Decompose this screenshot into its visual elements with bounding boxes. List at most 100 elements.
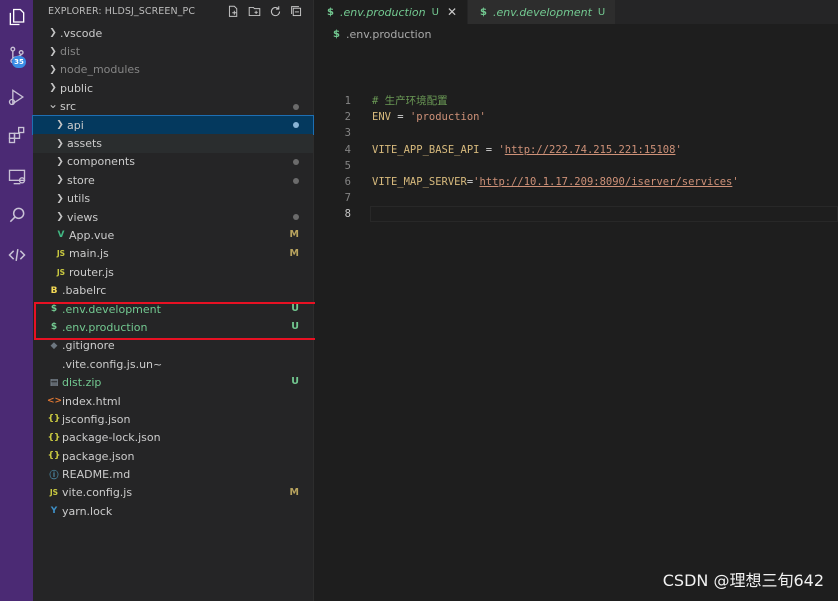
js-file-icon: JS — [56, 249, 66, 259]
code-line[interactable]: 8 — [315, 206, 838, 223]
code-text: ENV = 'production' — [372, 109, 486, 125]
code-line[interactable]: 3 — [315, 125, 838, 141]
tree-file[interactable]: ⓘ README.md — [33, 465, 313, 483]
tree-item-label: jsconfig.json — [62, 412, 131, 426]
breadcrumb[interactable]: $ .env.production — [315, 24, 838, 44]
tree-item-label: components — [67, 155, 135, 169]
extensions-icon[interactable] — [0, 118, 33, 152]
tree-item-label: src — [60, 100, 77, 114]
tree-file[interactable]: ◆ .gitignore — [33, 337, 313, 355]
chevron-right-icon: ❯ — [56, 120, 64, 131]
code-line[interactable]: 6 VITE_MAP_SERVER='http://10.1.17.209:809… — [315, 174, 838, 190]
tree-file[interactable]: {} package.json — [33, 447, 313, 465]
tree-folder[interactable]: ❯ .vscode — [33, 24, 313, 42]
tree-file[interactable]: $ .env.production U — [33, 318, 313, 336]
tree-file[interactable]: .vite.config.js.un~ — [33, 355, 313, 373]
tree-file[interactable]: {} package-lock.json — [33, 429, 313, 447]
code-line[interactable]: 1 # 生产环境配置 — [315, 93, 838, 109]
explorer-icon[interactable] — [0, 0, 33, 34]
git-status-badge: U — [291, 302, 299, 314]
tree-folder[interactable]: ❯ public — [33, 79, 313, 97]
code-line[interactable]: 2 ENV = 'production' — [315, 109, 838, 125]
tree-item-label: .babelrc — [62, 284, 107, 298]
git-status-badge: M — [289, 247, 299, 259]
modified-dot — [293, 177, 299, 184]
tree-file[interactable]: <> index.html — [33, 392, 313, 410]
collapse-all-icon[interactable] — [288, 3, 305, 19]
tree-item-label: utils — [67, 192, 91, 206]
tree-file[interactable]: JS main.js M — [33, 245, 313, 263]
code-token: # 生产环境配置 — [372, 95, 448, 107]
info-icon: ⓘ — [49, 471, 59, 482]
refresh-icon[interactable] — [267, 3, 284, 19]
line-number: 2 — [344, 111, 351, 124]
chevron-right-icon: ❯ — [49, 28, 57, 39]
scm-badge: 35 — [12, 56, 26, 68]
chevron-right-icon: ❯ — [49, 83, 57, 94]
tree-file[interactable]: {} jsconfig.json — [33, 410, 313, 428]
tree-item-label: App.vue — [69, 228, 115, 242]
code-token: ' — [675, 143, 682, 156]
breadcrumb-label: .env.production — [345, 27, 432, 41]
code-line[interactable]: 4 VITE_APP_BASE_API = 'http://222.74.215.… — [315, 142, 838, 158]
tree-item-label: node_modules — [60, 63, 140, 77]
code-token: VITE_APP_BASE_API — [372, 143, 480, 156]
tab-label: .env.production — [339, 5, 426, 19]
tree-folder[interactable]: ❯ store — [33, 171, 313, 189]
tree-folder[interactable]: ❯ node_modules — [33, 61, 313, 79]
git-file-icon: ◆ — [50, 340, 58, 351]
search-icon[interactable] — [0, 198, 33, 232]
tree-folder[interactable]: ❯ views — [33, 208, 313, 226]
tree-folder[interactable]: ❯ api — [32, 114, 314, 136]
tree-item-label: package.json — [62, 449, 135, 463]
code-text: # 生产环境配置 — [372, 93, 448, 109]
tab-status: U — [431, 6, 439, 18]
line-number: 1 — [344, 95, 351, 107]
tree-file[interactable]: V App.vue M — [33, 226, 313, 244]
git-status-badge: M — [289, 229, 299, 241]
code-tag-icon[interactable] — [0, 238, 33, 272]
tab-env-production[interactable]: $ .env.production U ✕ — [315, 0, 469, 24]
code-token: ENV — [372, 111, 391, 124]
explorer-sidebar: EXPLORER: HLDSJ_SCREEN_PC ❯ .vscode ❯ dist ❯… — [32, 0, 314, 601]
tab-env-development[interactable]: $ .env.development U — [468, 0, 617, 24]
new-folder-icon[interactable] — [246, 3, 263, 19]
file-tree: ❯ .vscode ❯ dist ❯ node_modules ❯ public ⌄ src ❯ ap… — [32, 24, 314, 521]
tree-item-label: router.js — [69, 265, 114, 279]
code-line[interactable]: 7 — [315, 190, 838, 206]
modified-dot — [293, 214, 299, 221]
new-file-icon[interactable] — [225, 3, 242, 19]
tree-file[interactable]: Yyarn.lock — [33, 502, 313, 520]
tree-item-label: dist.zip — [62, 376, 102, 390]
chevron-right-icon: ❯ — [56, 138, 64, 149]
tree-file[interactable]: B .babelrc — [33, 281, 313, 299]
run-debug-icon[interactable] — [0, 80, 33, 114]
tree-item-label: .vite.config.js.un~ — [62, 357, 163, 371]
html-file-icon: <> — [47, 396, 63, 406]
tree-folder[interactable]: ❯ components — [33, 153, 313, 171]
code-text: VITE_MAP_SERVER='http://10.1.17.209:8090… — [372, 174, 739, 190]
tree-item-label: assets — [67, 137, 103, 151]
activity-bar: 35 — [0, 0, 33, 601]
env-file-icon: $ — [480, 6, 487, 18]
explorer-actions — [225, 3, 305, 19]
tree-folder[interactable]: ❯ utils — [33, 190, 313, 208]
line-number: 6 — [344, 175, 351, 188]
tree-folder[interactable]: ⌄ src — [33, 97, 313, 116]
remote-explorer-icon[interactable] — [0, 160, 33, 194]
tree-item-label: vite.config.js — [62, 486, 133, 500]
code-line[interactable]: 5 — [315, 158, 838, 174]
yarn-file-icon: Y — [50, 506, 58, 517]
close-icon[interactable]: ✕ — [447, 5, 457, 19]
tree-file[interactable]: ▤ dist.zip U — [33, 373, 313, 391]
tab-label: .env.development — [492, 5, 592, 19]
tree-file[interactable]: $ .env.development U — [33, 300, 313, 318]
editor-area: $ .env.production U ✕ $ .env.development… — [315, 0, 838, 601]
tree-file[interactable]: JS vite.config.js M — [33, 484, 313, 502]
tree-item-label: README.md — [62, 468, 131, 482]
tree-file[interactable]: JS router.js — [33, 263, 313, 281]
code-editor[interactable]: 1 # 生产环境配置 2 ENV = 'production' 3 4 VITE_APP_B… — [315, 93, 838, 223]
tree-folder[interactable]: ❯ dist — [33, 42, 313, 60]
code-token: http://10.1.17.209:8090/iserver/services — [479, 175, 733, 188]
tree-folder[interactable]: ❯ assets — [33, 134, 313, 153]
